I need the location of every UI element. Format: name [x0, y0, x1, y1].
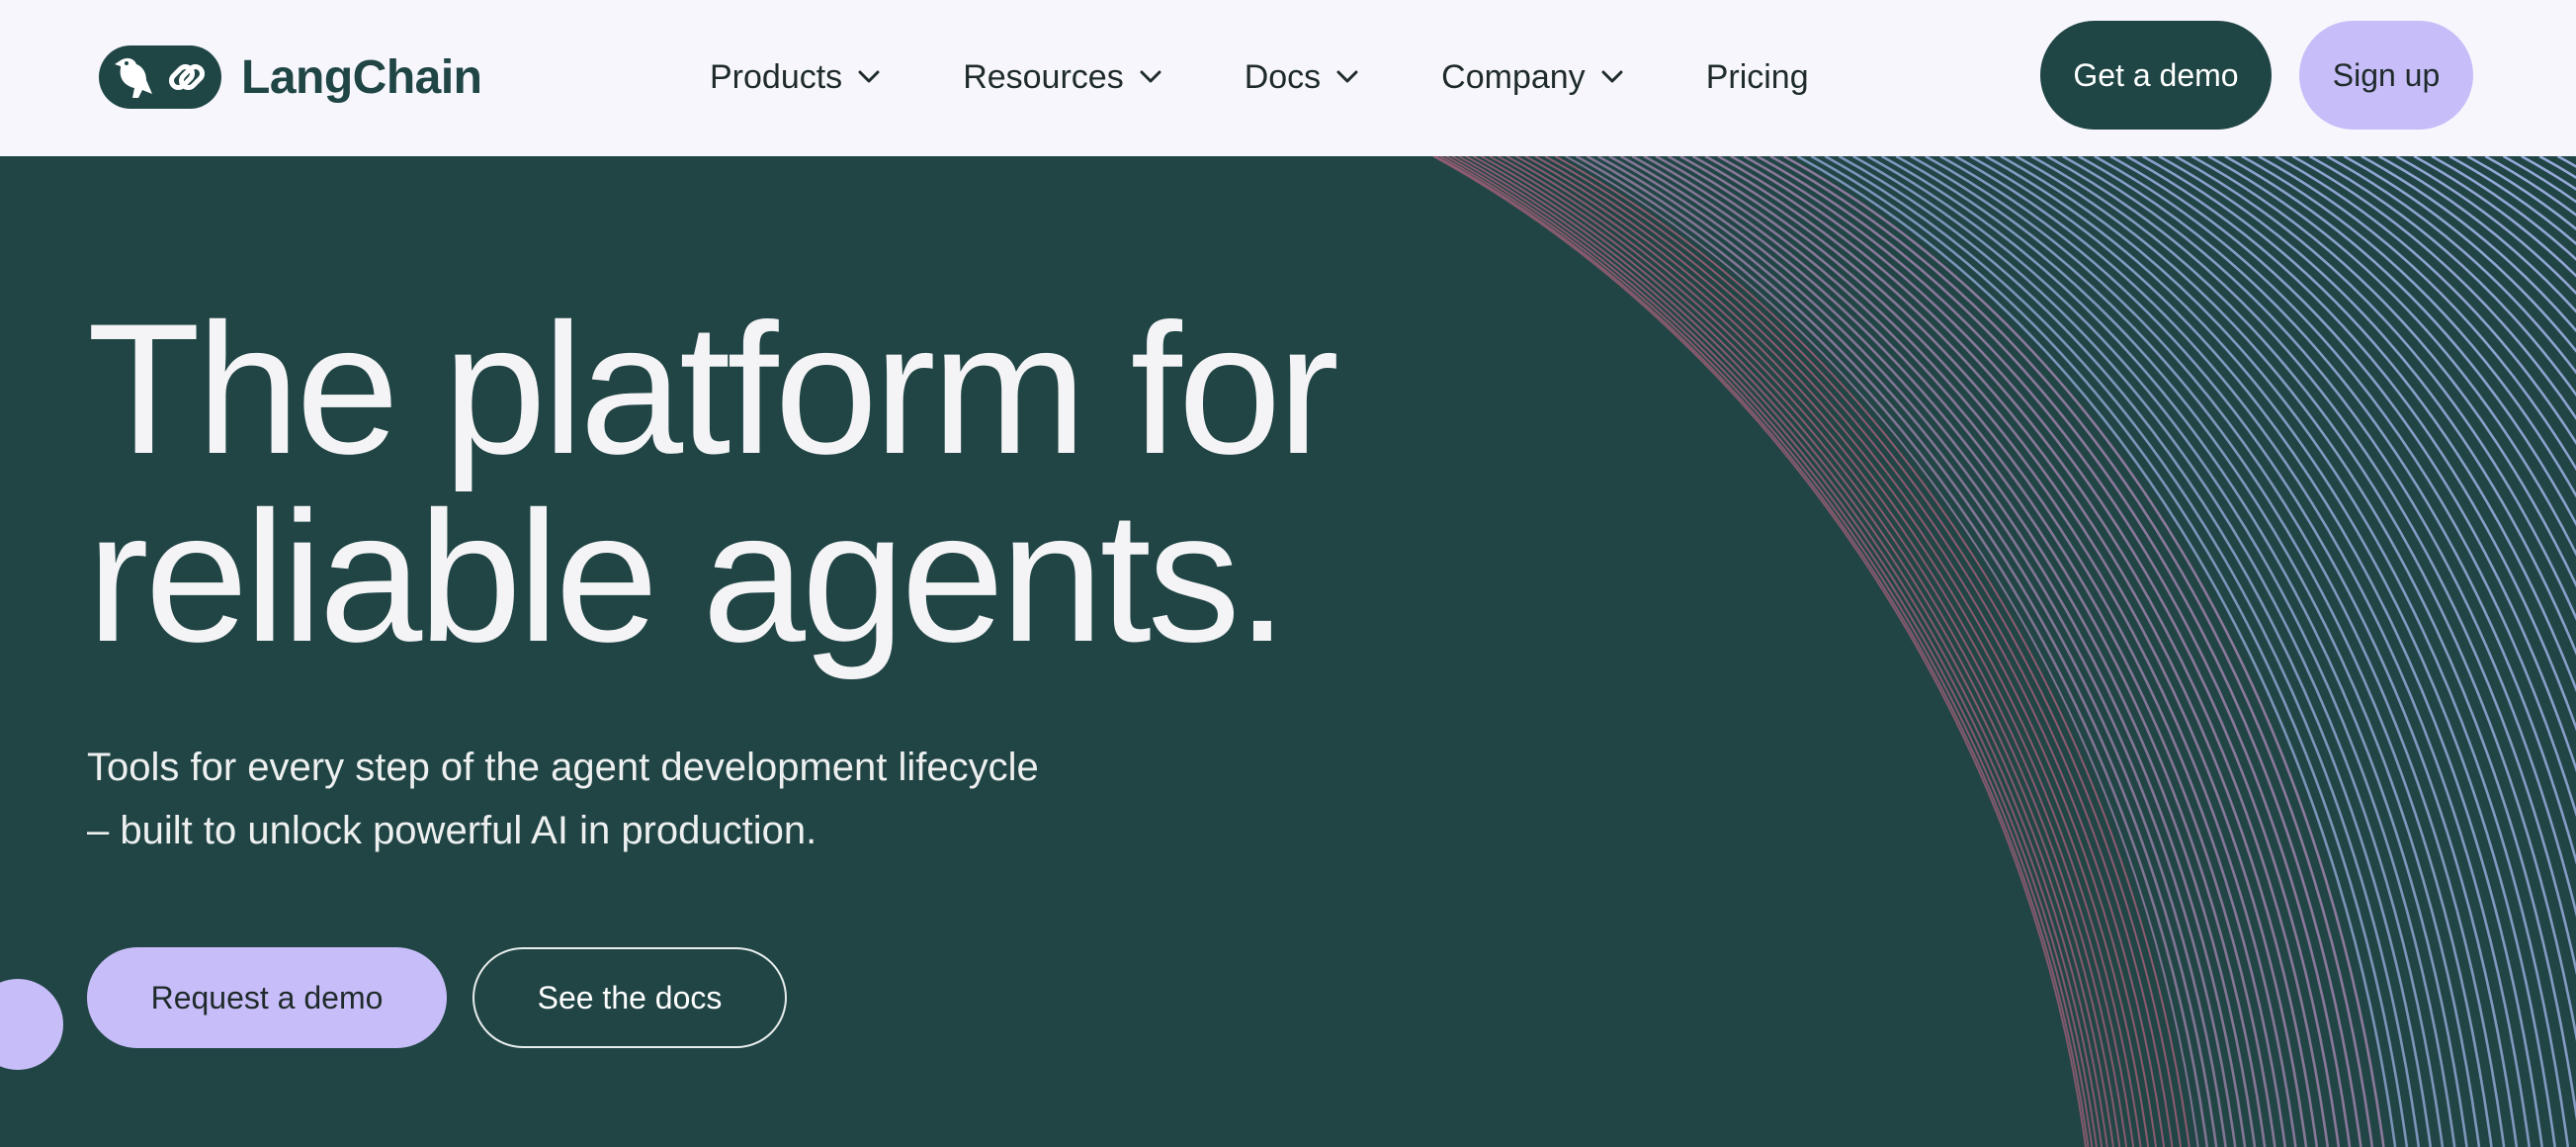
hero-arc-line — [2224, 156, 2576, 527]
hero-arc-line — [1655, 156, 2276, 1147]
nav-item-label: Docs — [1244, 57, 1322, 96]
hero-arc-line — [1643, 156, 2267, 1147]
sign-up-button[interactable]: Sign up — [2299, 21, 2473, 130]
request-demo-button[interactable]: Request a demo — [87, 947, 447, 1048]
hero-arc-line — [1838, 156, 2433, 1147]
chevron-down-icon — [1601, 70, 1623, 83]
page: LangChain Products Resources Docs Compan… — [0, 0, 2576, 1147]
hero-arc-line — [1497, 156, 2142, 1147]
chevron-down-icon — [1336, 70, 1358, 83]
nav-item-company[interactable]: Company — [1441, 58, 1623, 97]
brand-name: LangChain — [241, 50, 482, 104]
nav-item-docs[interactable]: Docs — [1245, 58, 1358, 97]
hero-title-line-1: The platform for — [87, 285, 1339, 492]
hero-arc-line — [1667, 156, 2287, 1147]
hero-arc-line — [1489, 156, 2135, 1147]
brand-logo-link[interactable]: LangChain — [99, 45, 482, 109]
hero-arc-line — [1534, 156, 2174, 1147]
nav-item-label: Company — [1441, 57, 1586, 96]
hero-arc-line — [2502, 156, 2576, 204]
parrot-icon — [115, 57, 152, 98]
hero-subtitle-line-1: Tools for every step of the agent develo… — [87, 746, 1039, 789]
nav-item-label: Products — [710, 57, 843, 96]
hero-title: The platform for reliable agents. — [87, 285, 1339, 680]
see-docs-button[interactable]: See the docs — [472, 947, 787, 1048]
primary-nav: Products Resources Docs Company Pricing — [710, 47, 1892, 107]
hero-arc-line — [1472, 156, 2121, 1147]
hero-subtitle-line-2: – built to unlock powerful AI in product… — [87, 809, 817, 852]
hero-arc-line — [1465, 156, 2114, 1147]
nav-item-pricing[interactable]: Pricing — [1706, 58, 1809, 97]
nav-item-resources[interactable]: Resources — [963, 58, 1161, 97]
chain-link-icon — [168, 63, 206, 91]
nav-item-label: Pricing — [1705, 57, 1809, 96]
brand-logo-badge — [99, 45, 221, 109]
nav-item-label: Resources — [963, 57, 1124, 96]
hero-section: The platform for reliable agents. Tools … — [0, 156, 2576, 1147]
hero-subtitle: Tools for every step of the agent develo… — [87, 736, 1039, 862]
hero-title-line-2: reliable agents. — [87, 473, 1288, 680]
top-navbar: LangChain Products Resources Docs Compan… — [0, 0, 2576, 156]
nav-item-products[interactable]: Products — [710, 58, 880, 97]
get-demo-button[interactable]: Get a demo — [2040, 21, 2272, 130]
chevron-down-icon — [858, 70, 880, 83]
hero-arc-line — [1451, 156, 2104, 1147]
chevron-down-icon — [1140, 70, 1161, 83]
